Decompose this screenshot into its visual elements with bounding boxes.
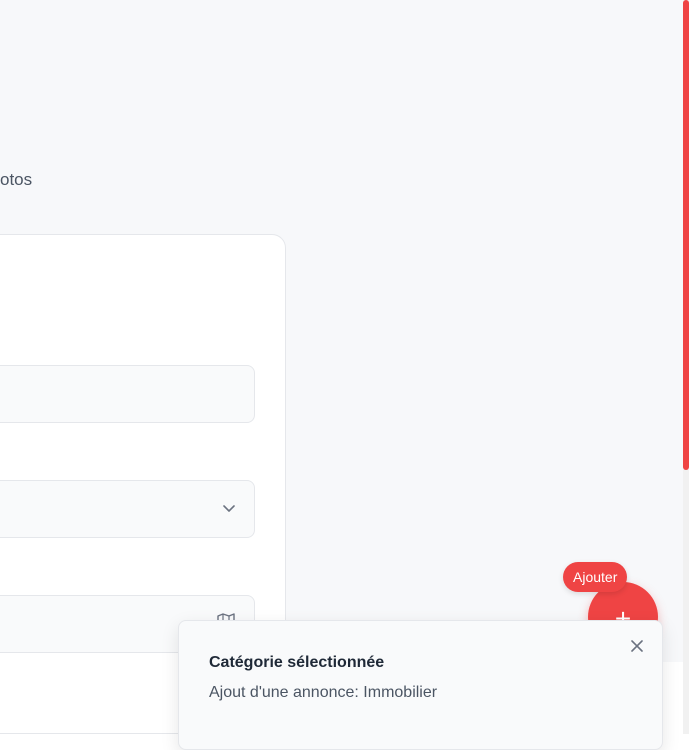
- step-label-photos[interactable]: otos: [0, 170, 32, 190]
- form-text-field[interactable]: [0, 365, 255, 423]
- scrollbar-thumb[interactable]: [683, 0, 689, 470]
- add-badge-label[interactable]: Ajouter: [563, 562, 628, 592]
- toast-message: Ajout d'une annonce: Immobilier: [209, 684, 438, 701]
- toast-title: Catégorie sélectionnée: [209, 654, 385, 671]
- category-select[interactable]: [0, 480, 255, 538]
- chevron-down-icon: [223, 505, 235, 512]
- close-icon[interactable]: [629, 638, 645, 654]
- toast-notification: Catégorie sélectionnée Ajout d'une annon…: [178, 620, 663, 750]
